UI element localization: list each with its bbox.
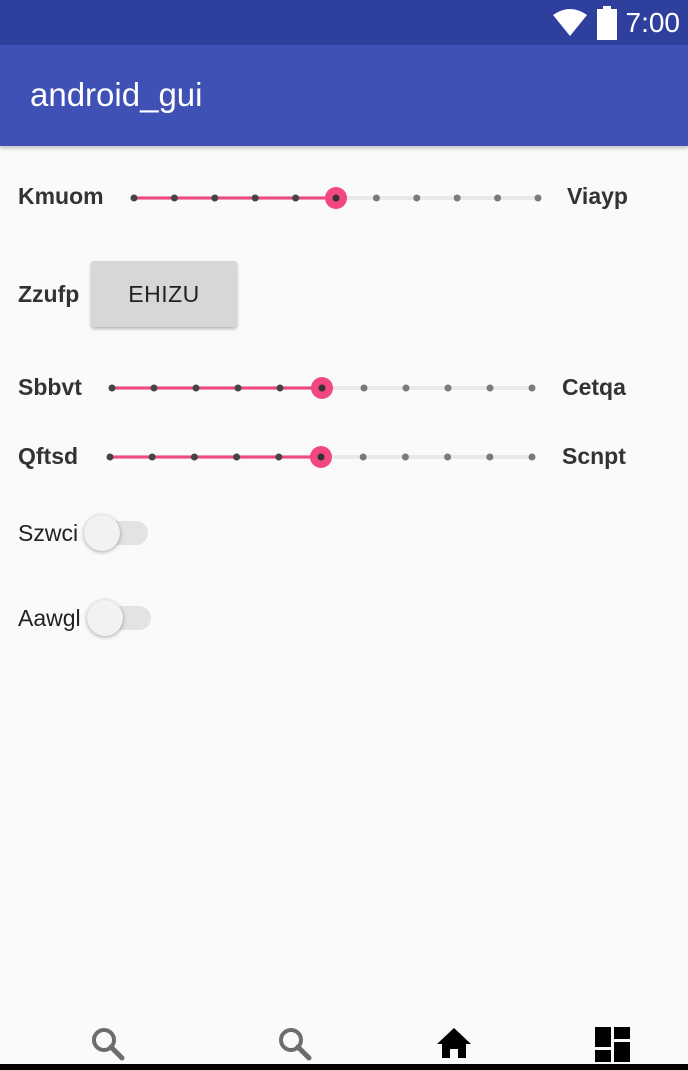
slider-tick — [413, 194, 421, 202]
app-bar: android_gui — [0, 45, 688, 146]
switch-2-thumb — [87, 600, 123, 636]
button-row-label: Zzufp — [18, 281, 80, 307]
slider-tick — [444, 384, 452, 392]
slider-tick — [486, 384, 494, 392]
slider-tick — [401, 453, 409, 461]
search-icon[interactable] — [88, 1024, 128, 1064]
slider-1-start-label: Kmuom — [18, 183, 104, 209]
slider-1[interactable] — [130, 183, 544, 213]
slider-tick — [170, 194, 178, 202]
slider-thumb-tick — [317, 453, 325, 461]
slider-tick — [360, 384, 368, 392]
slider-tick — [251, 194, 259, 202]
slider-thumb-tick — [332, 194, 340, 202]
slider-thumb-tick — [318, 384, 326, 392]
slider-tick — [234, 384, 242, 392]
slider-tick — [528, 453, 536, 461]
dashboard-icon[interactable] — [593, 1024, 633, 1064]
home-icon[interactable] — [434, 1024, 474, 1064]
slider-tick — [190, 453, 198, 461]
slider-tick — [106, 453, 114, 461]
slider-tick — [534, 194, 542, 202]
slider-tick — [233, 453, 241, 461]
slider-tick — [444, 453, 452, 461]
switch-1-label: Szwci — [18, 520, 79, 546]
slider-2-end-label: Cetqa — [562, 374, 626, 400]
slider-2-start-label: Sbbvt — [18, 374, 82, 400]
slider-tick — [275, 453, 283, 461]
slider-tick — [130, 194, 138, 202]
battery-icon — [597, 6, 617, 40]
status-time: 7:00 — [625, 7, 681, 38]
slider-2[interactable] — [108, 373, 538, 403]
slider-tick — [192, 384, 200, 392]
status-bar: 7:00 — [0, 0, 688, 45]
slider-3-start-label: Qftsd — [18, 443, 79, 469]
switch-1-thumb — [84, 515, 120, 551]
slider-tick — [150, 384, 158, 392]
switch-1-toggle[interactable] — [84, 513, 150, 553]
slider-tick — [528, 384, 536, 392]
slider-tick — [494, 194, 502, 202]
slider-tick — [372, 194, 380, 202]
content-area: Kmuom Viayp Zzufp EHIZU Sbbvt Cetqa Qfts… — [0, 146, 688, 1016]
search-icon[interactable] — [275, 1024, 315, 1064]
slider-3-end-label: Scnpt — [562, 443, 626, 469]
slider-tick — [453, 194, 461, 202]
slider-tick — [148, 453, 156, 461]
slider-1-end-label: Viayp — [567, 183, 628, 209]
slider-tick — [486, 453, 494, 461]
slider-tick — [108, 384, 116, 392]
app-title: android_gui — [30, 76, 203, 113]
slider-3[interactable] — [106, 442, 538, 472]
slider-tick — [276, 384, 284, 392]
slider-tick — [402, 384, 410, 392]
slider-tick — [211, 194, 219, 202]
system-nav-line — [0, 1064, 688, 1070]
switch-2-label: Aawgl — [18, 605, 81, 631]
switch-2-toggle[interactable] — [87, 598, 153, 638]
wifi-icon — [553, 9, 587, 36]
slider-tick — [292, 194, 300, 202]
slider-tick — [359, 453, 367, 461]
ehizu-button[interactable]: EHIZU — [91, 261, 237, 327]
